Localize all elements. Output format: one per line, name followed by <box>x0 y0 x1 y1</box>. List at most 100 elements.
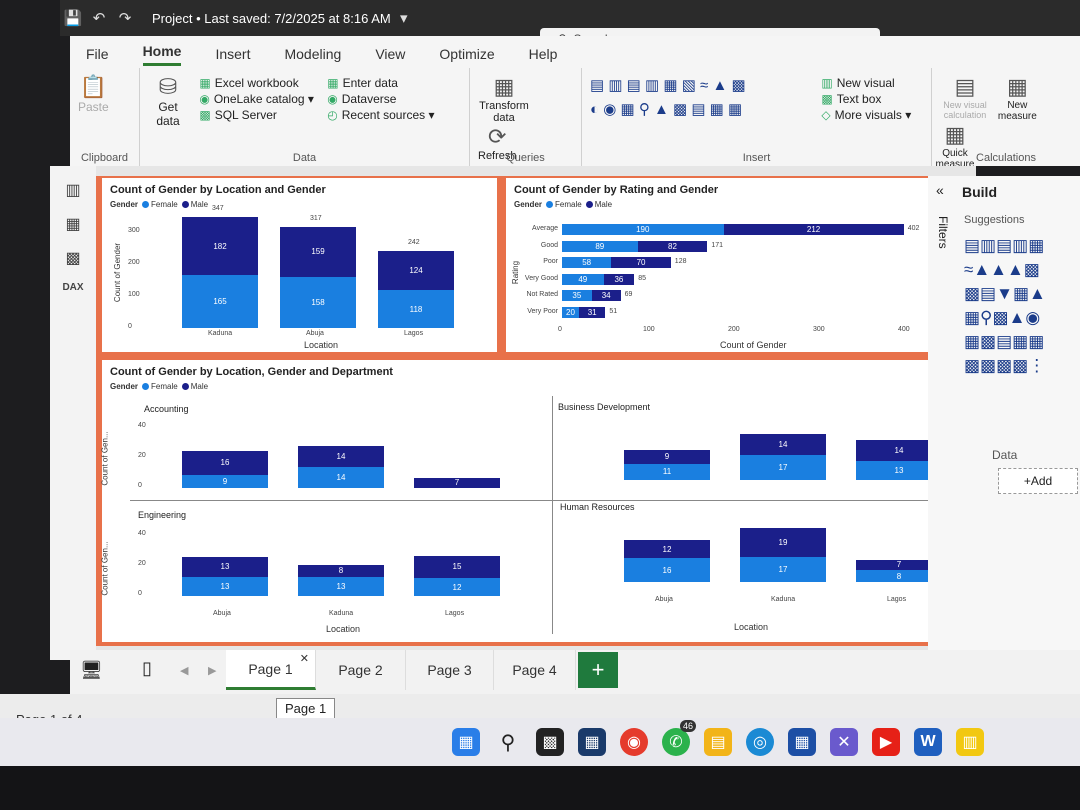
mobile-view-icon[interactable]: ▯ <box>142 658 152 679</box>
bar-segment: 34 <box>591 290 621 301</box>
word-icon[interactable]: W <box>914 728 942 756</box>
panel-divider <box>130 500 950 501</box>
bar-segment: 14 <box>298 446 384 467</box>
recent-sources-button[interactable]: ◴ Recent sources ▾ <box>327 108 434 122</box>
chevron-left-icon[interactable]: ◀ <box>180 664 188 677</box>
search-icon[interactable]: ⚲ <box>494 728 522 756</box>
y-tick-label: Very Good <box>524 274 558 282</box>
snipping-tool-icon[interactable]: ✕ <box>830 728 858 756</box>
tab-page-3[interactable]: Page 3 <box>406 650 494 690</box>
get-data-button[interactable]: ⛁ Get data <box>148 74 188 128</box>
menu-file[interactable]: File <box>86 46 109 66</box>
more-visuals-button[interactable]: ◇ More visuals ▾ <box>821 108 911 122</box>
calc-icon: ▤ <box>954 74 976 99</box>
new-measure-button[interactable]: ▦ New measure <box>997 74 1037 122</box>
y-tick-label: Average <box>532 225 558 232</box>
y-axis-label: Count of Gen... <box>100 431 110 486</box>
visualization-gallery[interactable]: ▤▥▤▥▦ ≈▲▲▲▩ ▩▤▼▦▲ ▦⚲▩▲◉ ▦▩▤▦▦ ▩▩▩▩⋮ <box>964 234 1076 378</box>
widgets-icon[interactable]: ▦ <box>578 728 606 756</box>
x-tick-label: 0 <box>558 326 562 333</box>
enter-data-button[interactable]: ▦ Enter data <box>327 76 434 90</box>
onelake-catalog-button[interactable]: ◉ OneLake catalog ▾ <box>199 92 314 106</box>
add-data-button[interactable]: +Add <box>998 468 1078 494</box>
visual-icon[interactable]: ≈▲▲▲▩ <box>964 260 1040 279</box>
save-icon[interactable]: 💾 <box>60 9 86 27</box>
visual-icon[interactable]: ▦▩▤▦▦ <box>964 332 1044 351</box>
undo-icon[interactable]: ↶ <box>86 9 112 27</box>
chevron-right-icon[interactable]: ▶ <box>208 664 216 677</box>
department-chart[interactable]: Count of Gender by Location, Gender and … <box>100 360 960 642</box>
task-view-icon[interactable]: ▩ <box>536 728 564 756</box>
power-bi-icon[interactable]: ▥ <box>956 728 984 756</box>
visual-icon[interactable]: ▦⚲▩▲◉ <box>964 308 1040 327</box>
visual-icon[interactable]: ▩▤▼▦▲ <box>964 284 1046 303</box>
paste-button[interactable]: 📋 Paste <box>78 74 109 114</box>
close-icon[interactable]: ✕ <box>300 652 309 665</box>
textbox-icon: ▩ <box>821 92 833 106</box>
whatsapp-icon[interactable]: ✆ 46 <box>662 720 696 756</box>
tab-page-2[interactable]: Page 2 <box>316 650 406 690</box>
window-title[interactable]: Project • Last saved: 7/2/2025 at 8:16 A… <box>152 11 391 26</box>
menu-optimize[interactable]: Optimize <box>439 46 494 66</box>
new-visual-calculation-button[interactable]: ▤ New visual calculation <box>940 74 990 120</box>
redo-icon[interactable]: ↷ <box>112 9 138 27</box>
menu-help[interactable]: Help <box>529 46 558 66</box>
y-tick-label: 20 <box>138 452 146 459</box>
bar-segment: 17 <box>740 556 826 582</box>
total-label: 347 <box>212 204 224 212</box>
taskbar: ▦ ⚲ ▩ ▦ ◉ ✆ 46 ▤ ◎ ▦ ✕ ▶ W ▥ <box>0 718 1080 766</box>
sql-server-button[interactable]: ▩ SQL Server <box>199 108 314 122</box>
edge-icon[interactable]: ◎ <box>746 728 774 756</box>
bar-segment: 14 <box>298 467 384 488</box>
bar-segment: 118 <box>378 290 454 328</box>
visual-icon[interactable]: ▤▥▤▥▦ <box>964 236 1044 255</box>
table-view-icon[interactable]: ▦ <box>50 214 96 234</box>
visual-icon[interactable]: ▩▩▩▩⋮ <box>964 356 1045 375</box>
data-label: Data <box>992 448 1018 462</box>
menu-insert[interactable]: Insert <box>215 46 250 66</box>
report-view-icon[interactable]: ▥ <box>50 180 96 200</box>
text-box-button[interactable]: ▩ Text box <box>821 92 911 106</box>
chrome-icon[interactable]: ◉ <box>620 728 648 756</box>
tab-page-4[interactable]: Page 4 <box>494 650 576 690</box>
youtube-icon[interactable]: ▶ <box>872 728 900 756</box>
dax-query-icon[interactable]: DAX <box>50 282 96 293</box>
visual-icon[interactable]: ▤ ▥ ▤ ▥ ▦ ▧ ≈ ▲ ▩ <box>590 77 746 94</box>
menu-home[interactable]: Home <box>142 43 182 66</box>
bar-segment: 8 <box>298 564 384 577</box>
transform-data-button[interactable]: ▦ Transform data <box>478 74 530 124</box>
bar-segment: 20 <box>562 306 579 318</box>
new-visual-button[interactable]: ▥ New visual <box>821 76 911 90</box>
filters-tab[interactable]: Filters <box>936 216 950 249</box>
bar-segment: 49 <box>562 273 604 285</box>
location-gender-chart[interactable]: Count of Gender by Location and Gender G… <box>102 178 497 352</box>
collapse-icon[interactable]: « <box>936 182 944 198</box>
calculations-group: ▤ New visual calculation ▦ New measure ▦ Qu… <box>932 68 1080 170</box>
menu-modeling[interactable]: Modeling <box>284 46 341 66</box>
model-view-icon[interactable]: ▩ <box>50 248 96 268</box>
chevron-down-icon[interactable]: ▾ <box>391 9 417 27</box>
excel-workbook-button[interactable]: ▦ Excel workbook <box>199 76 314 90</box>
chart-icon: ▥ <box>821 76 833 90</box>
rating-gender-chart[interactable]: Count of Gender by Rating and Gender Gen… <box>506 178 930 352</box>
dataverse-button[interactable]: ◉ Dataverse <box>327 92 434 106</box>
add-page-button[interactable]: + <box>578 652 618 688</box>
quick-measure-icon: ▦ <box>944 122 966 147</box>
tab-page-1[interactable]: Page 1 ✕ <box>226 650 316 690</box>
menu-view[interactable]: View <box>375 46 405 66</box>
file-explorer-icon[interactable]: ▤ <box>704 728 732 756</box>
legend-female: Female <box>151 200 178 209</box>
chart-legend: Gender Female Male <box>110 200 208 209</box>
plus-icon: + <box>591 657 605 682</box>
bar-segment: 13 <box>182 576 268 596</box>
bar-segment: 13 <box>182 557 268 577</box>
store-icon[interactable]: ▦ <box>788 728 816 756</box>
legend-male-dot <box>181 201 189 209</box>
visual-gallery[interactable]: ▤ ▥ ▤ ▥ ▦ ▧ ≈ ▲ ▩ ◐ ◉ ▦ ⚲ ▲ ▩ ▤ ▦ ▦ <box>590 74 818 122</box>
visual-icon[interactable]: ◐ ◉ ▦ ⚲ ▲ ▩ ▤ ▦ ▦ <box>590 101 742 118</box>
bar-segment: 89 <box>562 240 638 252</box>
y-tick-label: 0 <box>128 323 132 330</box>
windows-start-icon[interactable]: ▦ <box>452 728 480 756</box>
desktop-view-icon[interactable]: 🖥 <box>80 660 103 681</box>
refresh-icon: ⟳ <box>488 124 507 149</box>
